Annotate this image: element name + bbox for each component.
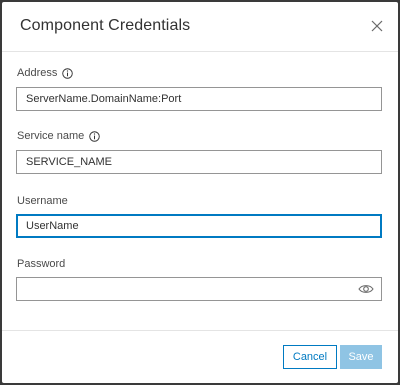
password-label-row: Password bbox=[17, 258, 65, 270]
eye-icon[interactable] bbox=[358, 283, 374, 295]
component-credentials-dialog: Component Credentials Address ServerName… bbox=[2, 2, 398, 383]
password-input[interactable] bbox=[16, 277, 382, 301]
username-input[interactable]: UserName bbox=[16, 214, 382, 238]
info-icon[interactable] bbox=[62, 67, 74, 79]
dialog-title: Component Credentials bbox=[20, 17, 191, 34]
address-label: Address bbox=[17, 67, 58, 79]
service-name-label: Service name bbox=[17, 130, 85, 142]
save-button[interactable]: Save bbox=[340, 345, 382, 369]
username-label: Username bbox=[17, 195, 68, 207]
info-icon[interactable] bbox=[89, 130, 100, 142]
address-input[interactable]: ServerName.DomainName:Port bbox=[16, 87, 382, 111]
dialog-footer: Cancel Save bbox=[2, 330, 398, 383]
dialog-header: Component Credentials bbox=[2, 2, 398, 52]
username-label-row: Username bbox=[17, 195, 68, 207]
address-label-row: Address bbox=[17, 67, 74, 79]
dialog-body: Address ServerName.DomainName:Port Servi… bbox=[2, 52, 398, 330]
service-name-input[interactable]: SERVICE_NAME bbox=[16, 150, 382, 174]
close-icon[interactable] bbox=[370, 19, 384, 33]
password-label: Password bbox=[17, 258, 66, 270]
cancel-button[interactable]: Cancel bbox=[283, 345, 337, 369]
service-name-label-row: Service name bbox=[17, 130, 100, 142]
